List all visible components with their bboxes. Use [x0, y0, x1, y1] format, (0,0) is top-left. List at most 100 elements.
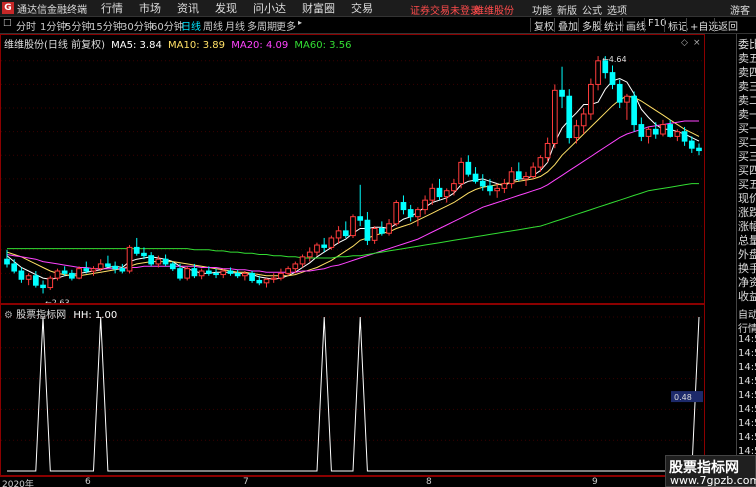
- menu-item-trade[interactable]: 交易: [351, 0, 373, 16]
- candle-body: [378, 228, 385, 234]
- candle-body: [162, 258, 169, 265]
- candle-body: [588, 83, 594, 115]
- candle-body: [508, 171, 515, 185]
- candle-body: [105, 263, 111, 267]
- period-5min[interactable]: 5分钟: [65, 18, 91, 33]
- tick-sidebar-item[interactable]: 14:5: [738, 418, 756, 429]
- candle-body: [544, 142, 551, 159]
- stats-button[interactable]: 统计: [600, 18, 624, 33]
- menu-item-options[interactable]: 选项: [607, 2, 627, 17]
- period-monthly[interactable]: 月线: [225, 18, 245, 33]
- indicator-chart[interactable]: 1.000.800.600.400.200.48: [1, 305, 723, 475]
- candle-body: [350, 216, 356, 237]
- candle-body: [191, 268, 198, 277]
- candle-body: [314, 244, 320, 253]
- period-30min[interactable]: 30分钟: [121, 18, 154, 33]
- login-warning[interactable]: 证券交易未登录: [410, 2, 480, 17]
- candle-body: [386, 223, 392, 234]
- window-close-icon: ×: [693, 38, 701, 48]
- window-toggle-icon[interactable]: □: [3, 18, 12, 28]
- menu-item-new-version[interactable]: 新版: [557, 2, 577, 17]
- candle-body: [494, 187, 501, 192]
- chart-title: 维维股份(日线 前复权): [4, 40, 105, 51]
- guest-label[interactable]: 游客: [730, 2, 750, 17]
- menu-item-wealth[interactable]: 财富圈: [302, 0, 335, 16]
- tick-sidebar-item[interactable]: 14:5: [738, 376, 756, 387]
- menu-item-market[interactable]: 行情: [101, 0, 123, 16]
- period-60min[interactable]: 60分钟: [151, 18, 184, 33]
- candle-body: [54, 270, 61, 279]
- tick-sidebar-item[interactable]: 14:5: [738, 404, 756, 415]
- quote-sidebar: 委比 卖五 卖四 卖三 卖二 卖一 买一 买二 买三 买四 买五 现价 涨跌 涨幅 总量 外盘 换手 净资 收益: [736, 34, 756, 304]
- overlay-button[interactable]: 叠加: [554, 18, 578, 33]
- back-button[interactable]: 返回: [714, 18, 738, 33]
- candle-body: [234, 272, 241, 277]
- multi-stock-button[interactable]: 多股: [578, 18, 602, 33]
- period-daily[interactable]: 日线: [181, 18, 201, 33]
- candle-body: [321, 244, 328, 248]
- candle-body: [443, 190, 450, 198]
- candle-body: [645, 128, 652, 137]
- period-15min[interactable]: 15分钟: [90, 18, 123, 33]
- indicator-chart-frame[interactable]: 1.000.800.600.400.200.48: [0, 304, 723, 476]
- tick-sidebar-item[interactable]: 自动: [738, 306, 756, 321]
- candle-body: [205, 270, 212, 274]
- candle-body: [523, 176, 529, 180]
- tick-sidebar-item[interactable]: 14:5: [738, 432, 756, 443]
- more-arrow-icon[interactable]: ▸: [298, 18, 302, 27]
- candle-body: [335, 230, 342, 239]
- period-more[interactable]: 更多: [276, 18, 296, 33]
- date-axis: 2020年 6 7 8 9: [0, 476, 705, 487]
- candle-body: [148, 255, 155, 265]
- tick-sidebar-item[interactable]: 14:5: [738, 362, 756, 373]
- candle-body: [169, 263, 176, 270]
- sidebar-item[interactable]: 收益: [738, 288, 756, 304]
- period-weekly[interactable]: 周线: [203, 18, 223, 33]
- tick-sidebar-item[interactable]: 14:5: [738, 334, 756, 345]
- candle-body: [595, 60, 601, 85]
- period-intraday[interactable]: 分时: [16, 18, 36, 33]
- kline-chart-frame[interactable]: 4.604.404.204.003.803.603.403.203.002.80…: [0, 34, 723, 307]
- candle-body: [278, 272, 284, 279]
- candle-body: [681, 131, 688, 142]
- menu-item-ask[interactable]: 问小达: [253, 0, 286, 16]
- kline-chart[interactable]: 4.604.404.204.003.803.603.403.203.002.80…: [1, 35, 723, 307]
- period-multi[interactable]: 多周期: [247, 18, 277, 33]
- tick-sidebar-item[interactable]: 14:5: [738, 348, 756, 359]
- candle-body: [11, 263, 18, 272]
- menu-item-news[interactable]: 资讯: [177, 0, 199, 16]
- candle-body: [515, 171, 522, 180]
- ma60-label: MA60: 3.56: [294, 40, 352, 51]
- candle-body: [184, 268, 191, 279]
- candle-body: [18, 270, 25, 280]
- candle-body: [256, 279, 263, 284]
- app-title: 通达信金融终端: [17, 4, 87, 16]
- watermark: 股票指标网 www.7gpzb.com: [665, 455, 756, 487]
- candle-body: [566, 95, 573, 139]
- menu-item-formula[interactable]: 公式: [582, 2, 602, 17]
- app-logo: G: [2, 2, 14, 14]
- candle-body: [609, 72, 616, 85]
- candle-body: [393, 202, 400, 225]
- draw-line-button[interactable]: 画线: [622, 18, 646, 33]
- tick-sidebar-item[interactable]: 行情: [738, 320, 756, 335]
- candle-body: [40, 284, 46, 289]
- candle-body: [133, 246, 140, 254]
- mark-button[interactable]: 标记: [664, 18, 688, 33]
- candle-body: [631, 95, 637, 126]
- menu-item-functions[interactable]: 功能: [532, 2, 552, 17]
- tick-sidebar-item[interactable]: 14:5: [738, 390, 756, 401]
- menu-item-discover[interactable]: 发现: [215, 0, 237, 16]
- candle-body: [415, 209, 421, 218]
- candle-body: [688, 140, 695, 149]
- adjust-button[interactable]: 复权: [530, 18, 554, 33]
- menu-item-exchange[interactable]: 市场: [139, 0, 161, 16]
- candle-body: [292, 263, 299, 270]
- candle-body: [227, 270, 234, 274]
- indicator-name: 股票指标网: [16, 310, 67, 321]
- period-1min[interactable]: 1分钟: [40, 18, 66, 33]
- stock-name-link[interactable]: 维维股份: [474, 2, 514, 17]
- candle-body: [551, 89, 558, 144]
- indicator-gear-icon[interactable]: ⚙: [4, 310, 13, 321]
- candle-body: [299, 256, 306, 265]
